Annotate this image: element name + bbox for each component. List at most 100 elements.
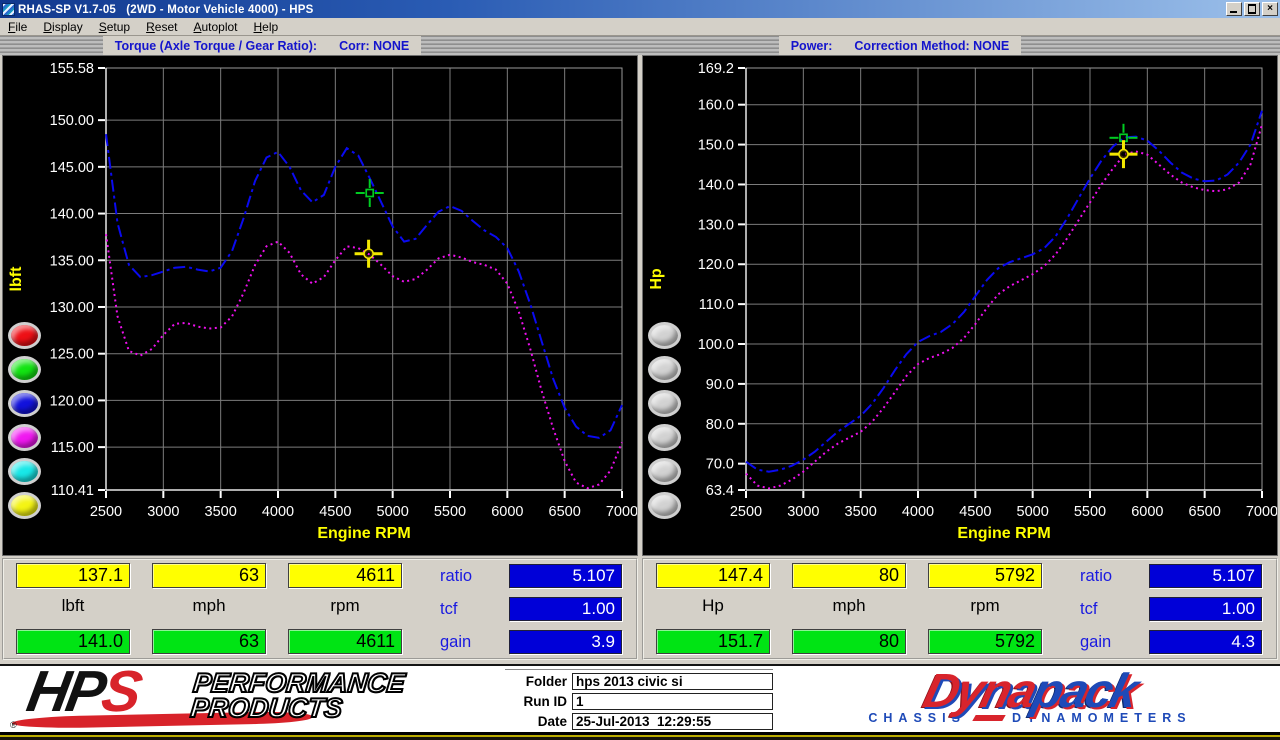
- y-tick-label: 115.00: [51, 440, 94, 456]
- x-axis-title: Engine RPM: [317, 525, 410, 542]
- dynapack-logo: Dynapack CHASSIS DYNAMOMETERS: [795, 665, 1265, 732]
- run-button-magenta[interactable]: [8, 424, 41, 451]
- x-tick-label: 4500: [319, 504, 351, 520]
- run-button-gray2[interactable]: [648, 356, 681, 383]
- x-tick-label: 6000: [491, 504, 523, 520]
- run-info-fields: Folder Run ID Date: [505, 669, 773, 733]
- speed-cursor1-value: 63: [152, 563, 266, 588]
- folder-label: Folder: [525, 674, 567, 689]
- cursor-square[interactable]: [355, 179, 384, 208]
- x-tick-label: 6500: [1189, 504, 1221, 520]
- date-label: Date: [537, 714, 567, 729]
- x-tick-label: 4000: [262, 504, 294, 520]
- tcf-value: 1.00: [509, 597, 622, 621]
- menu-item-file[interactable]: File: [0, 19, 35, 35]
- ratio-value: 5.107: [509, 564, 622, 588]
- y-tick-label: 150.0: [698, 138, 734, 154]
- speed-unit-label: mph: [192, 596, 226, 615]
- charts-row: 155.58 150.00 145.00 140.00 135.00 130.00 125.…: [0, 55, 1280, 556]
- power-chart-svg: 169.2 160.0 150.0 140.0 130.0 120.0 110.0 100.0…: [648, 61, 1277, 542]
- y-tick-label: 80.0: [706, 417, 734, 433]
- menu-item-display[interactable]: Display: [35, 19, 90, 35]
- power-correction-label: Correction Method: NONE: [854, 39, 1010, 53]
- run-button-red[interactable]: [8, 322, 41, 349]
- run-button-gray3[interactable]: [648, 390, 681, 417]
- rpm-unit-label: rpm: [330, 596, 360, 615]
- torque-readout-panel: 137.1 63 4611 lbft mph rpm 141.0 63 4611…: [2, 558, 638, 660]
- tcf-value: 1.00: [1149, 597, 1262, 621]
- power-chart-header: Power: Correction Method: NONE: [778, 36, 1022, 55]
- y-tick-label: 135.00: [50, 253, 94, 269]
- run-button-gray4[interactable]: [648, 424, 681, 451]
- menu-item-reset[interactable]: Reset: [138, 19, 185, 35]
- series-power-run-1: [745, 124, 1263, 490]
- menu-item-setup[interactable]: Setup: [91, 19, 138, 35]
- dynapack-dash-icon: [972, 715, 1006, 721]
- x-tick-label: 5500: [434, 504, 466, 520]
- gridlines: [106, 68, 622, 490]
- x-tick-label: 7000: [1246, 504, 1277, 520]
- date-input[interactable]: [572, 713, 773, 730]
- power-chart-panel: 169.2 160.0 150.0 140.0 130.0 120.0 110.0 100.0…: [642, 55, 1278, 556]
- y-tick-label: 63.4: [706, 483, 734, 499]
- power-chart-title: Power:: [790, 39, 833, 53]
- speed-unit-label: mph: [832, 596, 866, 615]
- run-button-gray6[interactable]: [648, 492, 681, 519]
- axes: 155.58 150.00 145.00 140.00 135.00 130.00 125.…: [8, 61, 637, 542]
- speed-cursor2-value: 63: [152, 629, 266, 654]
- run-id-input[interactable]: [572, 693, 773, 710]
- minimize-button[interactable]: [1226, 2, 1242, 16]
- x-tick-label: 2500: [90, 504, 122, 520]
- hps-tagline: PERFORMANCE PRODUCTS: [188, 667, 407, 724]
- readouts-row: 137.1 63 4611 lbft mph rpm 141.0 63 4611…: [0, 556, 1280, 660]
- folder-input[interactable]: [572, 673, 773, 690]
- x-tick-label: 3500: [845, 504, 877, 520]
- x-tick-label: 4500: [959, 504, 991, 520]
- y-tick-label: 110.41: [51, 483, 94, 499]
- torque-run-buttons: [8, 322, 41, 519]
- x-tick-label: 5000: [1017, 504, 1049, 520]
- rpm-cursor2-value: 4611: [288, 629, 402, 654]
- gain-value: 4.3: [1149, 630, 1262, 654]
- x-tick-label: 4000: [902, 504, 934, 520]
- speed-cursor2-value: 80: [792, 629, 906, 654]
- torque-cursor1-value: 137.1: [16, 563, 130, 588]
- torque-unit-label: lbft: [61, 596, 85, 615]
- hps-logo: HPS ® PERFORMANCE PRODUCTS: [10, 659, 480, 732]
- ratio-value: 5.107: [1149, 564, 1262, 588]
- x-tick-label: 5500: [1074, 504, 1106, 520]
- x-tick-label: 2500: [730, 504, 762, 520]
- torque-chart-header: Torque (Axle Torque / Gear Ratio): Corr:…: [102, 36, 422, 55]
- menu-item-autoplot[interactable]: Autoplot: [185, 19, 245, 35]
- dynapack-pack-text: pack: [1027, 665, 1143, 718]
- x-tick-label: 7000: [606, 504, 637, 520]
- y-tick-label: 120.00: [50, 393, 94, 409]
- run-button-green[interactable]: [8, 356, 41, 383]
- ratio-label: ratio: [1080, 567, 1113, 585]
- close-button[interactable]: ×: [1262, 2, 1278, 16]
- x-tick-label: 3500: [205, 504, 237, 520]
- menubar: File Display Setup Reset Autoplot Help: [0, 18, 1280, 36]
- run-button-cyan[interactable]: [8, 458, 41, 485]
- restore-button[interactable]: [1244, 2, 1260, 16]
- run-button-blue[interactable]: [8, 390, 41, 417]
- run-button-yellow[interactable]: [8, 492, 41, 519]
- torque-chart-svg: 155.58 150.00 145.00 140.00 135.00 130.00 125.…: [8, 61, 637, 542]
- bottom-edge-strip: [0, 732, 1280, 740]
- y-tick-label: 145.00: [50, 160, 94, 176]
- gain-label: gain: [440, 633, 472, 651]
- run-button-gray5[interactable]: [648, 458, 681, 485]
- restore-icon: [1248, 4, 1256, 14]
- x-tick-label: 6500: [549, 504, 581, 520]
- menu-item-help[interactable]: Help: [246, 19, 287, 35]
- run-button-gray1[interactable]: [648, 322, 681, 349]
- y-tick-label: 130.0: [698, 217, 734, 233]
- dynapack-dyna-text: Dyna: [918, 665, 1041, 718]
- rpm-unit-label: rpm: [970, 596, 1000, 615]
- torque-chart-panel: 155.58 150.00 145.00 140.00 135.00 130.00 125.…: [2, 55, 638, 556]
- power-cursor1-value: 147.4: [656, 563, 770, 588]
- window-title: RHAS-SP V1.7-05 (2WD - Motor Vehicle 400…: [18, 3, 314, 16]
- y-tick-label: 160.0: [698, 98, 734, 114]
- power-cursor2-value: 151.7: [656, 629, 770, 654]
- tcf-label: tcf: [440, 600, 458, 618]
